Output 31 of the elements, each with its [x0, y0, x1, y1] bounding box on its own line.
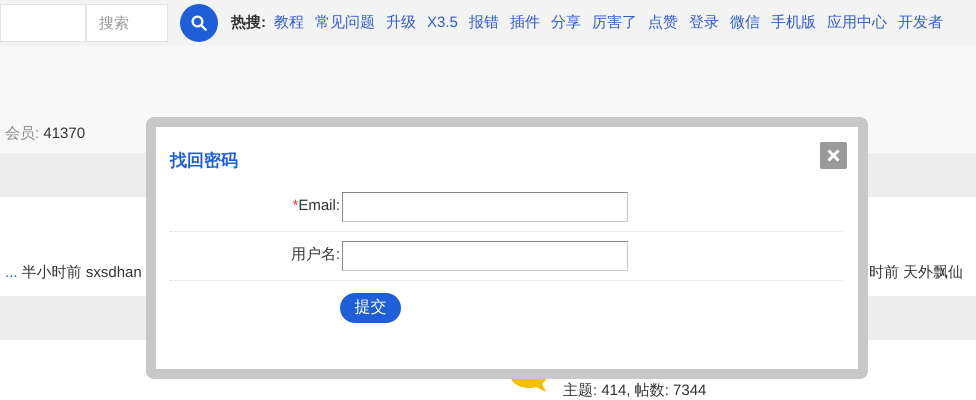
- forum-counts: 主题: 414, 帖数: 7344: [563, 381, 706, 400]
- hot-search-link[interactable]: 教程: [274, 12, 304, 34]
- last-post-info: ... 半小时前 sxsdhan: [5, 262, 142, 282]
- dialog-title: 找回密码: [170, 150, 238, 172]
- search-field[interactable]: 搜索: [86, 4, 168, 42]
- search-input-field[interactable]: [0, 4, 86, 42]
- hot-search-link[interactable]: 手机版: [770, 12, 816, 34]
- hot-search-link[interactable]: 常见问题: [315, 12, 375, 34]
- text-field[interactable]: [342, 240, 628, 270]
- hot-search-link[interactable]: 升级: [386, 12, 416, 34]
- hot-search-label: 热搜:: [231, 12, 266, 33]
- close-icon: [827, 149, 840, 162]
- text-field[interactable]: [342, 192, 628, 222]
- hot-search-link[interactable]: 插件: [510, 12, 540, 34]
- submit-button[interactable]: 提交: [340, 292, 401, 322]
- member-count: 会员: 41370: [5, 124, 86, 144]
- search-icon: [190, 14, 208, 32]
- hot-search-link[interactable]: 厉害了: [592, 12, 637, 34]
- hot-search-link[interactable]: 登录: [688, 12, 719, 34]
- hot-search-link[interactable]: X3.5: [427, 12, 458, 34]
- hot-search-link[interactable]: 开发者: [898, 12, 943, 34]
- hot-search-link[interactable]: 应用中心: [826, 12, 887, 34]
- hot-search-link[interactable]: 点赞: [648, 12, 678, 34]
- hot-search-link[interactable]: 微信: [730, 12, 760, 34]
- hot-search-link[interactable]: 报错: [468, 12, 499, 34]
- hot-search-link[interactable]: 分享: [550, 12, 581, 34]
- close-button[interactable]: [820, 142, 847, 169]
- search-button[interactable]: [180, 4, 218, 42]
- last-post-info: 时前 天外飘仙: [868, 262, 963, 282]
- field-label: 用户名:: [290, 245, 340, 266]
- field-label: *Email:: [291, 196, 340, 216]
